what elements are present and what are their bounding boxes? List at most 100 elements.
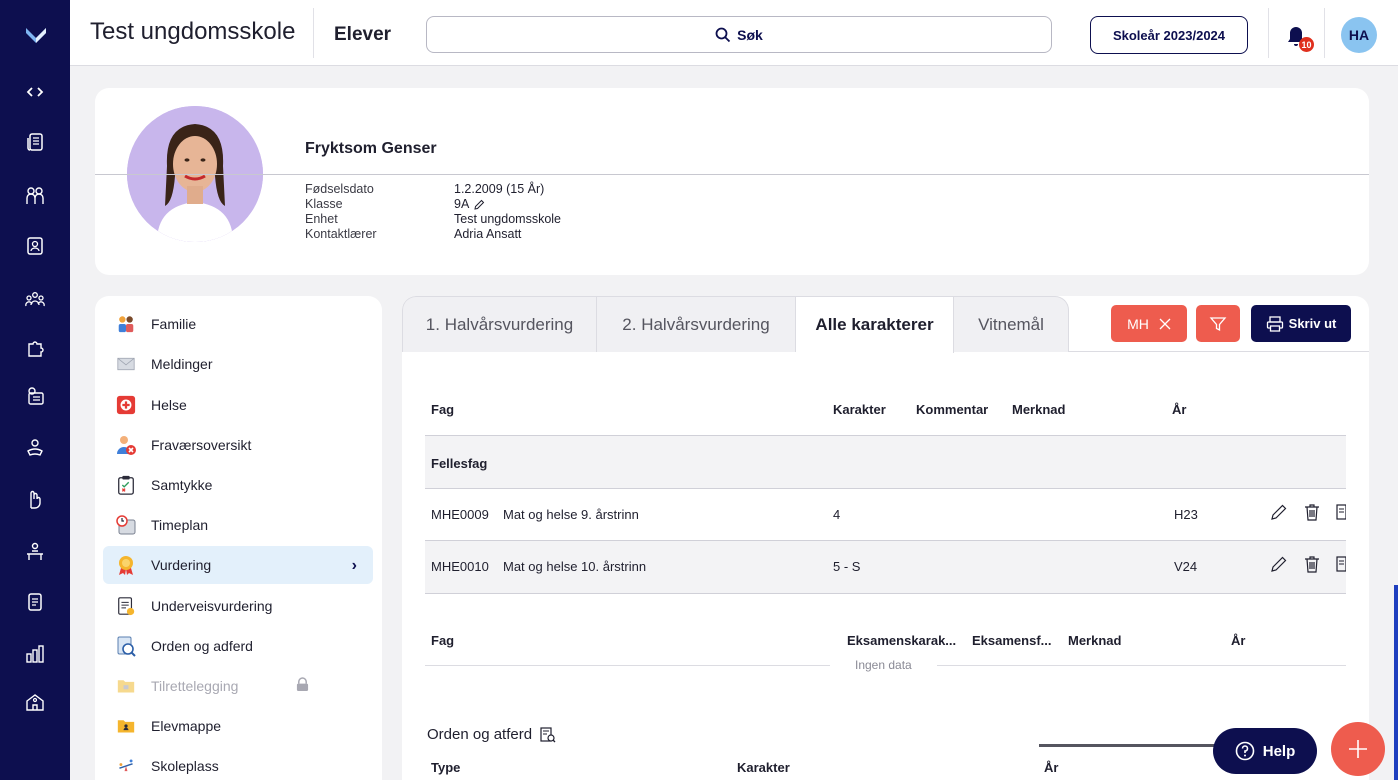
statistics-icon[interactable] [23,642,47,666]
news-icon[interactable] [23,130,47,154]
trash-icon[interactable] [1304,503,1320,521]
family-icon [115,313,137,335]
menu-item-label: Orden og adferd [151,638,253,654]
menu-item-orden-og-adferd[interactable]: Orden og adferd [103,627,373,665]
menu-item-fravaersoversikt[interactable]: Fraværsoversikt [103,426,373,464]
health-icon [115,394,137,416]
absence-icon [115,434,137,456]
student-name: Fryktsom Genser [305,140,437,157]
menu-item-label: Tilrettelegging [151,678,239,694]
col-header-karakter[interactable]: Karakter [833,402,886,417]
plus-icon [1349,740,1367,758]
print-button[interactable]: Skriv ut [1251,305,1351,342]
col-header-merknad[interactable]: Merknad [1068,633,1121,648]
tab-halvarsvurdering-1[interactable]: 1. Halvårsvurdering [402,296,597,352]
empty-divider [937,665,1346,666]
table-row[interactable]: MHE0010 Mat og helse 10. årstrinn 5 - S … [425,541,1346,593]
chip-label: MH [1127,315,1149,332]
tab-vitnemal[interactable]: Vitnemål [954,296,1069,352]
menu-item-tilrettelegging[interactable]: Tilrettelegging [103,667,373,705]
student-folder-icon [115,715,137,737]
school-year-button[interactable]: Skoleår 2023/2024 [1090,16,1248,54]
empty-divider [425,665,830,666]
filter-button[interactable] [1196,305,1240,342]
search-input[interactable]: Søk [426,16,1052,53]
menu-item-vurdering[interactable]: Vurdering › [103,546,373,584]
col-header-eksamensform[interactable]: Eksamensf... [972,633,1052,648]
profile-divider [95,174,1369,175]
col-header-eksamenskarakter[interactable]: Eksamenskarak... [847,633,956,648]
report-icon[interactable] [23,590,47,614]
document-search-icon[interactable] [540,726,556,743]
fact-label: Fødselsdato [305,182,374,196]
menu-item-familie[interactable]: Familie [103,305,373,343]
help-button[interactable]: Help [1213,728,1317,774]
col-header-merknad[interactable]: Merknad [1012,402,1065,417]
chevron-right-icon: › [351,557,357,574]
close-icon[interactable] [1159,318,1171,330]
students-icon[interactable] [23,288,47,312]
menu-item-underveisvurdering[interactable]: Underveisvurdering [103,587,373,625]
col-header-karakter[interactable]: Karakter [737,760,790,775]
award-icon [115,554,137,576]
menu-item-skoleplass[interactable]: Skoleplass [103,747,373,780]
id-card-icon[interactable] [23,234,47,258]
help-icon [1235,741,1255,761]
envelope-icon [115,353,137,375]
consent-clipboard-icon [115,474,137,496]
groups-icon[interactable] [23,184,47,208]
col-header-ar[interactable]: År [1044,760,1058,775]
menu-item-meldinger[interactable]: Meldinger [103,345,373,383]
app-logo-icon[interactable] [24,24,48,46]
menu-item-label: Underveisvurdering [151,598,273,614]
tab-alle-karakterer[interactable]: Alle karakterer [796,296,954,353]
fact-value-wrapper: 9A [454,197,485,212]
menu-item-label: Timeplan [151,517,209,533]
edit-icon[interactable] [1270,555,1288,573]
menu-item-samtykke[interactable]: Samtykke [103,466,373,504]
subject-name: Mat og helse 9. årstrinn [503,507,639,522]
document-icon [115,595,137,617]
col-header-ar[interactable]: År [1231,633,1245,648]
edit-class-icon[interactable] [473,199,485,211]
fact-label: Klasse [305,197,343,211]
row-actions [1270,555,1346,573]
schedule-icon [115,514,137,536]
col-header-fag[interactable]: Fag [431,633,454,648]
support-icon[interactable] [23,436,47,460]
table-row[interactable]: MHE0009 Mat og helse 9. årstrinn 4 H23 [425,489,1346,540]
fact-row: Klasse 9A [305,197,561,212]
puzzle-icon[interactable] [23,336,47,360]
menu-item-timeplan[interactable]: Timeplan [103,506,373,544]
search-icon [715,27,731,42]
header-divider [1324,8,1325,58]
col-header-ar[interactable]: År [1172,402,1186,417]
menu-item-helse[interactable]: Helse [103,386,373,424]
tab-halvarsvurdering-2[interactable]: 2. Halvårsvurdering [597,296,796,352]
col-header-fag[interactable]: Fag [431,402,454,417]
col-header-kommentar[interactable]: Kommentar [916,402,988,417]
help-label: Help [1262,742,1296,760]
document-search-icon[interactable] [1336,555,1346,573]
calendar-person-icon[interactable] [23,384,47,408]
edit-icon[interactable] [1270,503,1288,521]
folder-locked-icon [115,675,137,697]
scroll-indicator[interactable] [1394,585,1398,780]
mh-filter-chip[interactable]: MH [1111,305,1187,342]
document-search-icon[interactable] [1336,503,1346,521]
grade-value: 4 [833,507,841,522]
group-row: Fellesfag [425,436,1346,488]
desk-icon[interactable] [23,540,47,564]
exam-table: Fag Eksamenskarak... Eksamensf... Merkna… [425,626,1346,676]
hand-raise-icon[interactable] [23,488,47,512]
user-avatar[interactable]: HA [1341,17,1377,53]
code-toggle-icon[interactable] [23,80,47,104]
trash-icon[interactable] [1304,555,1320,573]
col-header-type[interactable]: Type [431,760,460,775]
school-icon[interactable] [23,690,47,714]
subject-code: MHE0010 [431,559,489,574]
add-fab-button[interactable] [1331,722,1385,776]
year-value: H23 [1174,507,1198,522]
menu-item-label: Elevmappe [151,718,222,734]
menu-item-elevmappe[interactable]: Elevmappe [103,707,373,745]
